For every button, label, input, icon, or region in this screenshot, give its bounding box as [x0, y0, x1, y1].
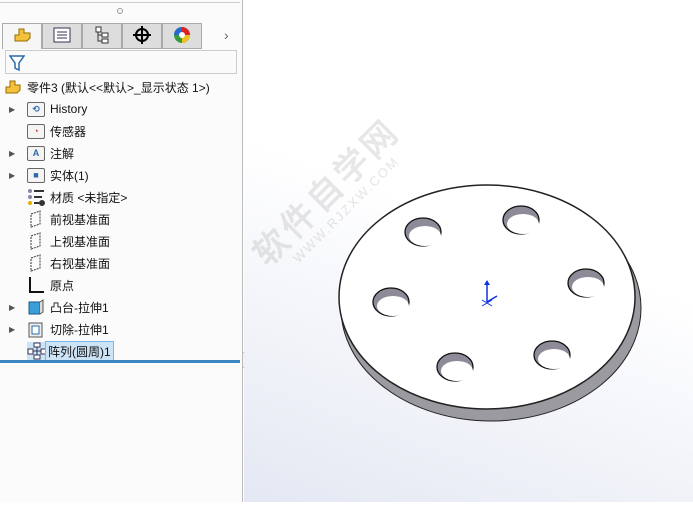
tree-item[interactable]: ▶ ⟲ History: [0, 98, 87, 120]
hole: [436, 352, 474, 382]
tree-item-label: 原点: [50, 278, 75, 293]
tree-item-label: 传感器: [50, 124, 87, 139]
hole: [404, 217, 442, 247]
rollback-bar[interactable]: [0, 360, 240, 363]
tree-item[interactable]: ▶ 凸台-拉伸1: [0, 296, 109, 318]
manager-tabs: [2, 23, 238, 49]
tree-item[interactable]: 材质 <未指定>: [0, 186, 127, 208]
divider: [0, 2, 240, 3]
tab-display-manager[interactable]: [162, 23, 202, 49]
tab-configuration-manager[interactable]: [82, 23, 122, 49]
tab-property-manager[interactable]: [42, 23, 82, 49]
tree-item[interactable]: ▶ 切除-拉伸1: [0, 318, 109, 340]
origin-icon: [27, 276, 45, 294]
expand-arrow-icon[interactable]: ▶: [9, 303, 17, 312]
plane-icon: [27, 232, 45, 250]
tree-item[interactable]: 上视基准面: [0, 230, 110, 252]
annotation-folder-icon: A: [27, 144, 45, 162]
boss-extrude-icon: [27, 298, 45, 316]
filter-icon: [8, 55, 26, 75]
tab-feature-manager[interactable]: [2, 23, 42, 49]
hole: [567, 268, 605, 298]
expand-arrow-icon[interactable]: ▶: [9, 149, 17, 158]
feature-manager-icon: [12, 26, 32, 47]
tree-item-label: 实体(1): [50, 168, 89, 183]
property-manager-icon: [53, 27, 71, 46]
material-icon: [27, 188, 45, 206]
sensor-folder-icon: ◔: [27, 122, 45, 140]
expand-arrow-icon[interactable]: ▶: [9, 171, 17, 180]
plane-icon: [27, 254, 45, 272]
plane-icon: [27, 210, 45, 228]
tree-item[interactable]: ▶ A 注解: [0, 142, 74, 164]
dimxpert-icon: [133, 25, 151, 47]
expand-arrow-icon[interactable]: ▶: [9, 105, 17, 114]
tree-item-label: 阵列(圆周)1: [45, 340, 114, 362]
display-manager-icon: [173, 26, 191, 47]
feature-manager-panel: › 零件3 (默认<<默认>_显示状态 1>) ▶ ⟲ History ◔ 传感器 ▶ A 注…: [0, 0, 250, 502]
configuration-manager-icon: [94, 26, 110, 47]
tree-item-label: 凸台-拉伸1: [50, 300, 109, 315]
tree-item[interactable]: 阵列(圆周)1: [0, 340, 114, 362]
tree-item-label: 注解: [50, 146, 75, 161]
cut-extrude-icon: [27, 320, 45, 338]
solid-bodies-folder-icon: ■: [27, 166, 45, 184]
expand-arrow-icon[interactable]: ▶: [9, 325, 17, 334]
tree-item[interactable]: 右视基准面: [0, 252, 110, 274]
circular-pattern-icon: [27, 342, 45, 360]
tree-root-part[interactable]: 零件3 (默认<<默认>_显示状态 1>): [4, 76, 210, 98]
more-tabs-chevron[interactable]: ›: [224, 27, 229, 43]
tree-item-label: 右视基准面: [50, 256, 111, 271]
tree-item-label: 切除-拉伸1: [50, 322, 109, 337]
hole: [502, 205, 540, 235]
tree-item[interactable]: 原点: [0, 274, 74, 296]
part-icon: [4, 78, 22, 96]
tree-item-label: 前视基准面: [50, 212, 111, 227]
hole: [372, 287, 410, 317]
tree-item[interactable]: ▶ ■ 实体(1): [0, 164, 89, 186]
panel-grip[interactable]: [117, 8, 123, 14]
part-name: 零件3 (默认<<默认>_显示状态 1>): [27, 80, 210, 95]
tree-item-label: History: [50, 102, 88, 116]
tree-item[interactable]: 前视基准面: [0, 208, 110, 230]
tree-item[interactable]: ◔ 传感器: [0, 120, 86, 142]
tab-dimxpert[interactable]: [122, 23, 162, 49]
tree-item-label: 上视基准面: [50, 234, 111, 249]
history-folder-icon: ⟲: [27, 100, 45, 118]
hole: [533, 340, 571, 370]
filter-bar[interactable]: [5, 50, 237, 74]
tree-item-label: 材质 <未指定>: [50, 190, 128, 205]
